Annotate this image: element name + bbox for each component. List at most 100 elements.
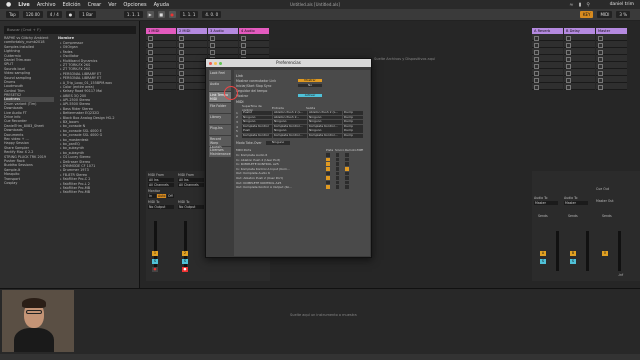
pref-tab[interactable]: Record Warp Launch	[209, 136, 231, 149]
clip-slot[interactable]	[177, 34, 207, 41]
dump-button[interactable]: Dump	[343, 110, 363, 115]
return-b-solo[interactable]: S	[570, 259, 576, 264]
midi-port-checkbox[interactable]	[345, 153, 349, 157]
midi-port-checkbox[interactable]	[326, 180, 330, 185]
track-2-activator[interactable]: 2	[182, 251, 188, 256]
clip-slot[interactable]	[146, 69, 176, 76]
midi-port-checkbox[interactable]	[335, 176, 339, 180]
clip-slot[interactable]	[532, 34, 563, 41]
clip-slot[interactable]	[146, 55, 176, 62]
time-signature[interactable]: 4 / 4	[46, 11, 62, 18]
clip-slot[interactable]	[177, 83, 207, 90]
stop-icon[interactable]: ■	[157, 11, 165, 18]
midi-port-checkbox[interactable]	[335, 180, 339, 185]
loop-length[interactable]: 4. 0. 0	[202, 11, 222, 18]
midi-port-checkbox[interactable]	[335, 185, 339, 189]
midi-port-checkbox[interactable]	[326, 162, 330, 166]
cs-output[interactable]: Komplete Kontrol...	[308, 124, 342, 129]
clip-slot[interactable]	[532, 48, 563, 55]
dialog-titlebar[interactable]: Preferencias	[206, 59, 371, 67]
browser-search-input[interactable]: Buscar (Cmd + F)	[4, 26, 136, 34]
pref-tab[interactable]: Licenses Maintenance	[209, 147, 231, 157]
menu-edicion[interactable]: Edición	[63, 2, 81, 8]
clip-slot[interactable]	[239, 41, 269, 48]
cs-input[interactable]: Ableton Push 2 (L...	[273, 110, 307, 115]
monitor-off[interactable]: Off	[167, 194, 174, 198]
menu-ver[interactable]: Ver	[108, 2, 116, 8]
return-a-solo[interactable]: S	[540, 259, 546, 264]
audio-to-select-a[interactable]: Master	[534, 201, 558, 205]
cs-output[interactable]: Ableton Push 2 (L...	[308, 110, 342, 115]
midi-port-checkbox[interactable]	[345, 167, 349, 171]
record-icon[interactable]: ●	[168, 11, 176, 18]
cs-output[interactable]: Ninguno	[308, 120, 342, 124]
clip-slot[interactable]	[564, 83, 595, 90]
clip-slot[interactable]	[596, 34, 627, 41]
tempo-field[interactable]: 120.00	[22, 11, 43, 18]
midi-port-checkbox[interactable]	[345, 176, 349, 180]
clip-slot[interactable]	[596, 48, 627, 55]
clip-slot[interactable]	[146, 34, 176, 41]
loop-start[interactable]: 1. 1. 1	[179, 11, 199, 18]
wifi-icon[interactable]: ≈	[569, 2, 573, 8]
clip-slot[interactable]	[208, 34, 238, 41]
app-menu[interactable]: Live	[18, 2, 30, 8]
cs-surface[interactable]: Ninguno	[242, 120, 272, 124]
return-b-activator[interactable]: B	[570, 251, 576, 256]
key-map-button[interactable]: KEY	[579, 11, 594, 18]
track-2-solo[interactable]: S	[182, 259, 188, 264]
clip-slot[interactable]	[532, 41, 563, 48]
menu-opciones[interactable]: Opciones	[123, 2, 146, 8]
play-icon[interactable]: ▶	[146, 11, 154, 18]
metronome-button[interactable]: ●	[65, 11, 76, 18]
midi-map-button[interactable]: MIDI	[597, 11, 613, 18]
midi-port-checkbox[interactable]	[326, 167, 330, 171]
clip-slot[interactable]	[532, 62, 563, 69]
midi-from-select-2[interactable]: All Ins	[178, 178, 204, 182]
apple-menu-icon[interactable]: ●	[6, 1, 11, 8]
tempo-follow-toggle[interactable]: Activar	[298, 93, 322, 98]
clip-slot[interactable]	[564, 34, 595, 41]
midi-port-checkbox[interactable]	[335, 171, 339, 176]
track-1-solo[interactable]: S	[152, 259, 158, 264]
search-icon[interactable]: ⚲	[586, 2, 590, 8]
clip-slot[interactable]	[596, 76, 627, 83]
midi-port-checkbox[interactable]	[335, 162, 339, 166]
clip-slot[interactable]	[532, 69, 563, 76]
clip-slot[interactable]	[564, 48, 595, 55]
clip-slot[interactable]	[177, 41, 207, 48]
close-icon[interactable]	[209, 61, 212, 65]
clip-slot[interactable]	[146, 48, 176, 55]
midi-port-checkbox[interactable]	[326, 171, 330, 176]
track-1-arm[interactable]: ●	[152, 267, 158, 272]
track-1-activator[interactable]: 1	[152, 251, 158, 256]
menu-ayuda[interactable]: Ayuda	[154, 2, 169, 8]
minimize-icon[interactable]	[214, 61, 217, 65]
clip-slot[interactable]	[564, 55, 595, 62]
midi-port-checkbox[interactable]	[345, 171, 349, 176]
monitor-auto[interactable]: Auto	[157, 194, 166, 198]
master-activator[interactable]: 0	[602, 251, 608, 256]
midi-port-checkbox[interactable]	[326, 153, 330, 157]
clip-slot[interactable]	[564, 62, 595, 69]
dump-button[interactable]: Dump	[343, 129, 363, 134]
midi-to-select-2[interactable]: No Output	[178, 205, 204, 209]
dump-button[interactable]: Dump	[343, 115, 363, 120]
file-item[interactable]: FabFilter Pro-MB	[58, 190, 138, 194]
cs-surface[interactable]: Ninguno	[242, 115, 272, 120]
clip-slot[interactable]	[146, 41, 176, 48]
cs-input[interactable]: Ninguno	[273, 129, 307, 134]
midi-port-checkbox[interactable]	[335, 167, 339, 171]
clip-slot[interactable]	[177, 69, 207, 76]
user-name[interactable]: daniel trim	[610, 2, 634, 7]
clip-slot[interactable]	[177, 62, 207, 69]
pref-tab[interactable]: Library	[209, 114, 231, 124]
midi-port-checkbox[interactable]	[345, 185, 349, 189]
cs-surface[interactable]: Push	[242, 129, 272, 134]
start-stop-toggle[interactable]: No	[298, 83, 322, 88]
tap-button[interactable]: Tap	[6, 11, 19, 18]
dump-button[interactable]: Dump	[343, 124, 363, 129]
midi-port-checkbox[interactable]	[345, 157, 349, 162]
battery-icon[interactable]: ▮	[579, 2, 582, 8]
midi-port-checkbox[interactable]	[345, 162, 349, 166]
